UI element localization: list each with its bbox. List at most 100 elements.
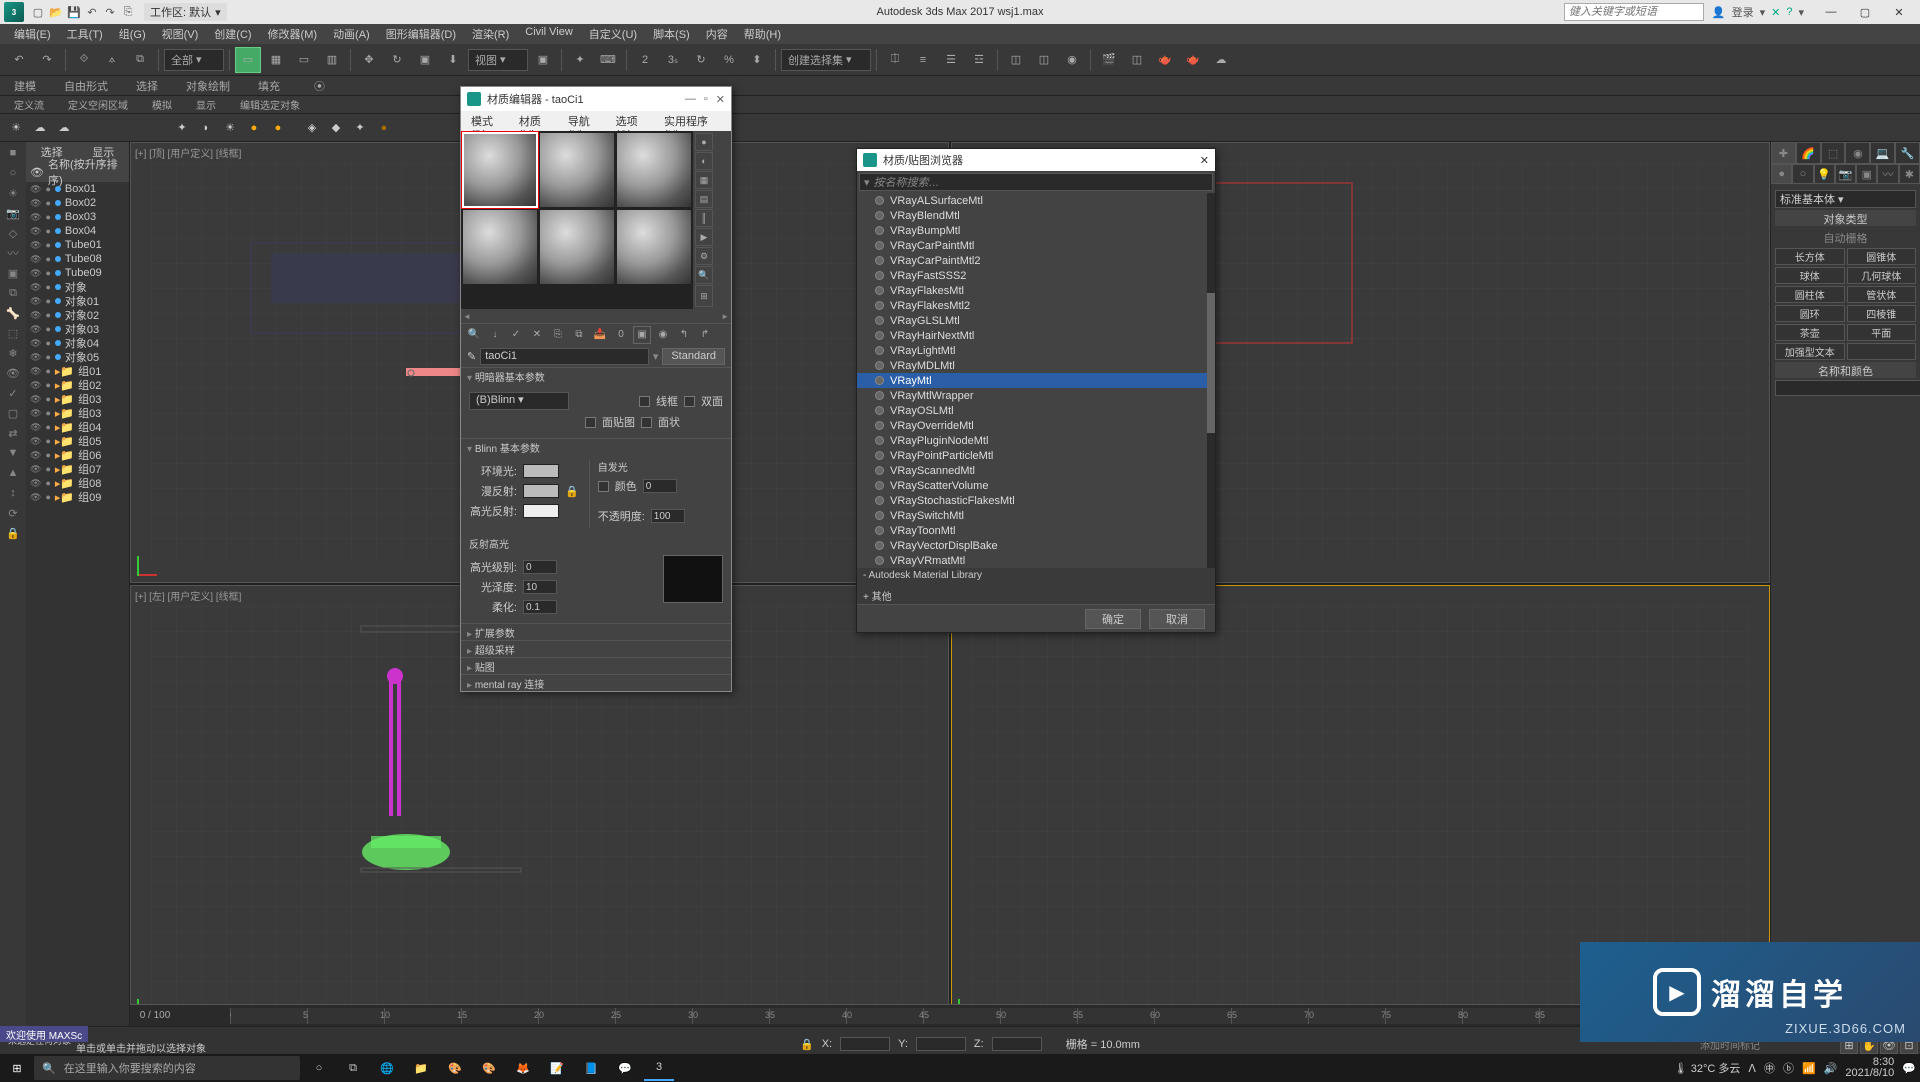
assign-icon[interactable]: ✓ — [507, 326, 525, 344]
curve-editor-icon[interactable]: ◫ — [1003, 47, 1029, 73]
tab-modeling[interactable]: 建模 — [6, 76, 44, 95]
menu-create[interactable]: 创建(C) — [206, 24, 259, 44]
twoside-checkbox[interactable] — [684, 396, 695, 407]
timeline-ruler[interactable]: 0510152025303540455055606570758085909510… — [230, 1008, 1770, 1024]
soften-input[interactable] — [523, 600, 557, 614]
material-list-item[interactable]: VRayMDLMtl — [857, 358, 1215, 373]
cloud-icon[interactable]: ☁ — [30, 118, 50, 138]
primitive-button[interactable]: 四棱锥 — [1847, 305, 1917, 322]
firefox-icon[interactable]: 🦊 — [508, 1055, 538, 1081]
material-list-item[interactable]: VRayVectorDisplBake — [857, 538, 1215, 553]
3dsmax-icon[interactable]: 3 — [644, 1055, 674, 1081]
subtab-sim[interactable]: 模拟 — [144, 96, 180, 113]
x-input[interactable] — [840, 1037, 890, 1051]
filter-expand-icon[interactable]: ▼ — [2, 444, 24, 462]
material-list-item[interactable]: VRayHairNextMtl — [857, 328, 1215, 343]
open-icon[interactable]: 📂 — [48, 4, 64, 20]
align-icon[interactable]: ≡ — [910, 47, 936, 73]
primitive-button[interactable]: 管状体 — [1847, 286, 1917, 303]
filter-coll-icon[interactable]: ▲ — [2, 464, 24, 482]
link-icon[interactable]: ⟐ — [71, 47, 97, 73]
select-region-icon[interactable]: ▭ — [291, 47, 317, 73]
autogrid-checkbox[interactable]: 自动栅格 — [1775, 228, 1916, 248]
menu-render[interactable]: 渲染(R) — [464, 24, 517, 44]
layer2-icon[interactable]: ☲ — [966, 47, 992, 73]
weather-label[interactable]: 🌡 32°C 多云 — [1674, 1060, 1741, 1076]
filter-light-icon[interactable]: ☀ — [2, 184, 24, 202]
undo-icon[interactable]: ↶ — [84, 4, 100, 20]
omni-icon[interactable]: ✦ — [172, 118, 192, 138]
keyboard-icon[interactable]: ⌨ — [595, 47, 621, 73]
scrollbar[interactable] — [1207, 193, 1215, 568]
matlib-icon[interactable]: ⊞ — [695, 285, 713, 307]
menu-group[interactable]: 组(G) — [111, 24, 154, 44]
filter-geom-icon[interactable]: ■ — [2, 144, 24, 162]
material-list-item[interactable]: VRayBlendMtl — [857, 208, 1215, 223]
speclevel-input[interactable] — [523, 560, 557, 574]
list-item[interactable]: 👁●▸📁组03 — [26, 406, 129, 420]
material-icon[interactable]: ◉ — [1059, 47, 1085, 73]
snap3-icon[interactable]: 3ₛ — [660, 47, 686, 73]
facemap-checkbox[interactable] — [585, 417, 596, 428]
render-prod-icon[interactable]: 🫖 — [1180, 47, 1206, 73]
hierarchy-tab-icon[interactable]: ⬚ — [1821, 142, 1846, 164]
menu-nav[interactable]: 导航(N) — [562, 111, 610, 131]
primitive-button[interactable]: 球体 — [1775, 267, 1845, 284]
minimize-button[interactable]: — — [685, 93, 696, 106]
filter-help-icon[interactable]: ◇ — [2, 224, 24, 242]
selfillum-checkbox[interactable] — [598, 481, 609, 492]
show-map-icon[interactable]: ▣ — [633, 326, 651, 344]
unlink-icon[interactable]: ⟑ — [99, 47, 125, 73]
window-crossing-icon[interactable]: ▥ — [319, 47, 345, 73]
filter-cont-icon[interactable]: ⬚ — [2, 324, 24, 342]
redo-icon[interactable]: ↷ — [34, 47, 60, 73]
make-preview-icon[interactable]: ▶ — [695, 228, 713, 246]
tab-populate[interactable]: 填充 — [250, 76, 288, 95]
tray-wifi-icon[interactable]: 📶 — [1802, 1062, 1816, 1075]
material-list-item[interactable]: VRayVRmatMtl — [857, 553, 1215, 568]
gloss-input[interactable] — [523, 580, 557, 594]
material-browser-search[interactable]: 按名称搜索… — [859, 173, 1213, 191]
save-icon[interactable]: 💾 — [66, 4, 82, 20]
filter-hidden-icon[interactable]: 👁 — [2, 364, 24, 382]
photometric-icon[interactable]: ● — [374, 118, 394, 138]
reset-icon[interactable]: ✕ — [528, 326, 546, 344]
rec-icon[interactable]: ⦿ — [306, 76, 333, 95]
sys-icon[interactable]: ✱ — [1899, 164, 1920, 184]
ref-coord-dropdown[interactable]: 视图 ▾ — [468, 49, 528, 71]
list-item[interactable]: 👁●▸📁组02 — [26, 378, 129, 392]
z-input[interactable] — [992, 1037, 1042, 1051]
material-list-item[interactable]: VRayOverrideMtl — [857, 418, 1215, 433]
modify-tab-icon[interactable]: 🌈 — [1796, 142, 1821, 164]
material-list-item[interactable]: VRayBumpMtl — [857, 223, 1215, 238]
category-dropdown[interactable]: 标准基本体 ▾ — [1775, 190, 1916, 208]
filter-cam-icon[interactable]: 📷 — [2, 204, 24, 222]
spinner-icon[interactable]: ⬍ — [744, 47, 770, 73]
material-slot[interactable] — [462, 132, 538, 208]
track-bar[interactable]: 0 / 100 05101520253035404550556065707580… — [130, 1004, 1770, 1026]
tab-freeform[interactable]: 自由形式 — [56, 76, 116, 95]
material-type-button[interactable]: Standard — [662, 348, 725, 365]
signin-label[interactable]: 登录 — [1732, 4, 1754, 20]
go-parent-icon[interactable]: ↰ — [675, 326, 693, 344]
list-item[interactable]: 👁●Box03 — [26, 210, 129, 224]
video-color-icon[interactable]: ║ — [695, 209, 713, 227]
primitive-button[interactable]: 几何球体 — [1847, 267, 1917, 284]
notepad-icon[interactable]: 📝 — [542, 1055, 572, 1081]
menu-scripts[interactable]: 脚本(S) — [645, 24, 698, 44]
menu-material[interactable]: 材质(M) — [513, 111, 562, 131]
subtab-idle[interactable]: 定义空闲区域 — [60, 96, 136, 113]
paint-icon[interactable]: 🎨 — [440, 1055, 470, 1081]
filter-lock-icon[interactable]: 🔒 — [2, 524, 24, 542]
material-list-item[interactable]: VRayFlakesMtl2 — [857, 298, 1215, 313]
show-result-icon[interactable]: ◉ — [654, 326, 672, 344]
tray-up-icon[interactable]: ᐱ — [1748, 1062, 1756, 1075]
project-icon[interactable]: ⎘ — [120, 4, 136, 20]
category-other[interactable]: + 其他 — [857, 586, 1215, 604]
ok-button[interactable]: 确定 — [1085, 609, 1141, 629]
tray-vol-icon[interactable]: 🔊 — [1824, 1062, 1838, 1075]
mirror-icon[interactable]: ⎅ — [882, 47, 908, 73]
menu-animation[interactable]: 动画(A) — [325, 24, 378, 44]
bind-icon[interactable]: ⧉ — [127, 47, 153, 73]
list-item[interactable]: 👁●▸📁组08 — [26, 476, 129, 490]
